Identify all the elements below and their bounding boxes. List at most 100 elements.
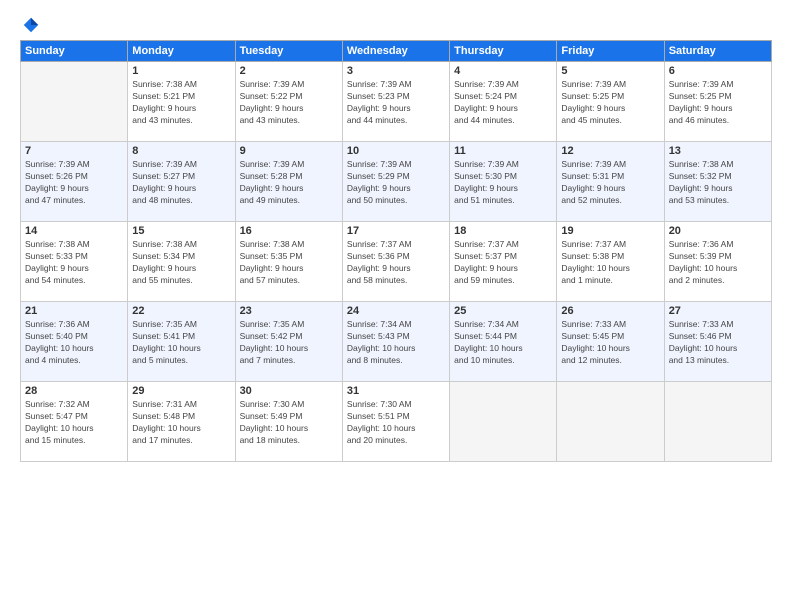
header-wednesday: Wednesday: [342, 41, 449, 62]
header: [20, 16, 772, 30]
day-number: 21: [25, 305, 123, 317]
logo-icon: [22, 16, 40, 34]
calendar-week-row: 28Sunrise: 7:32 AMSunset: 5:47 PMDayligh…: [21, 382, 772, 462]
calendar-week-row: 21 Sunrise: 7:36 AMSunset: 5:40 PMDayligh…: [21, 302, 772, 382]
day-number: 27: [669, 305, 767, 317]
calendar-cell: 27 Sunrise: 7:33 AMSunset: 5:46 PMDayligh…: [664, 302, 771, 382]
calendar-cell: 8 Sunrise: 7:39 AMSunset: 5:27 PMDaylight…: [128, 142, 235, 222]
logo-text: [20, 16, 40, 34]
day-info: Sunrise: 7:39 AMSunset: 5:29 PMDaylight:…: [347, 159, 445, 207]
calendar-cell: 29 Sunrise: 7:31 AMSunset: 5:48 PMDayligh…: [128, 382, 235, 462]
calendar-table: SundayMondayTuesdayWednesdayThursdayFrid…: [20, 40, 772, 462]
day-info: Sunrise: 7:39 AMSunset: 5:25 PMDaylight:…: [561, 79, 659, 127]
day-info: Sunrise: 7:35 AMSunset: 5:41 PMDaylight:…: [132, 319, 230, 367]
day-number: 11: [454, 145, 552, 157]
day-number: 16: [240, 225, 338, 237]
calendar-cell: 20Sunrise: 7:36 AMSunset: 5:39 PMDayligh…: [664, 222, 771, 302]
calendar-cell: [664, 382, 771, 462]
day-info: Sunrise: 7:39 AMSunset: 5:27 PMDaylight:…: [132, 159, 230, 207]
calendar-cell: 22 Sunrise: 7:35 AMSunset: 5:41 PMDayligh…: [128, 302, 235, 382]
day-info: Sunrise: 7:38 AMSunset: 5:21 PMDaylight:…: [132, 79, 230, 127]
day-number: 18: [454, 225, 552, 237]
day-number: 26: [561, 305, 659, 317]
calendar-cell: [557, 382, 664, 462]
day-info: Sunrise: 7:39 AMSunset: 5:22 PMDaylight:…: [240, 79, 338, 127]
day-number: 24: [347, 305, 445, 317]
day-number: 17: [347, 225, 445, 237]
calendar-cell: 16 Sunrise: 7:38 AMSunset: 5:35 PMDayligh…: [235, 222, 342, 302]
day-number: 10: [347, 145, 445, 157]
day-number: 9: [240, 145, 338, 157]
calendar-cell: 13Sunrise: 7:38 AMSunset: 5:32 PMDayligh…: [664, 142, 771, 222]
day-number: 22: [132, 305, 230, 317]
day-number: 8: [132, 145, 230, 157]
calendar-cell: 24 Sunrise: 7:34 AMSunset: 5:43 PMDayligh…: [342, 302, 449, 382]
day-info: Sunrise: 7:34 AMSunset: 5:44 PMDaylight:…: [454, 319, 552, 367]
calendar-cell: 10 Sunrise: 7:39 AMSunset: 5:29 PMDayligh…: [342, 142, 449, 222]
day-number: 29: [132, 385, 230, 397]
calendar-week-row: 1 Sunrise: 7:38 AMSunset: 5:21 PMDaylight…: [21, 62, 772, 142]
day-number: 1: [132, 65, 230, 77]
header-thursday: Thursday: [450, 41, 557, 62]
day-info: Sunrise: 7:36 AMSunset: 5:40 PMDaylight:…: [25, 319, 123, 367]
day-number: 6: [669, 65, 767, 77]
day-info: Sunrise: 7:38 AMSunset: 5:34 PMDaylight:…: [132, 239, 230, 287]
day-info: Sunrise: 7:37 AMSunset: 5:37 PMDaylight:…: [454, 239, 552, 287]
day-info: Sunrise: 7:39 AMSunset: 5:28 PMDaylight:…: [240, 159, 338, 207]
calendar-header-row: SundayMondayTuesdayWednesdayThursdayFrid…: [21, 41, 772, 62]
header-sunday: Sunday: [21, 41, 128, 62]
header-tuesday: Tuesday: [235, 41, 342, 62]
header-friday: Friday: [557, 41, 664, 62]
calendar-cell: 28Sunrise: 7:32 AMSunset: 5:47 PMDayligh…: [21, 382, 128, 462]
day-info: Sunrise: 7:39 AMSunset: 5:24 PMDaylight:…: [454, 79, 552, 127]
calendar-cell: 14 Sunrise: 7:38 AMSunset: 5:33 PMDayligh…: [21, 222, 128, 302]
day-info: Sunrise: 7:30 AMSunset: 5:51 PMDaylight:…: [347, 399, 445, 447]
calendar-cell: [21, 62, 128, 142]
calendar-cell: 4 Sunrise: 7:39 AMSunset: 5:24 PMDaylight…: [450, 62, 557, 142]
day-info: Sunrise: 7:39 AMSunset: 5:25 PMDaylight:…: [669, 79, 767, 127]
calendar-cell: 31 Sunrise: 7:30 AMSunset: 5:51 PMDayligh…: [342, 382, 449, 462]
calendar-cell: 17 Sunrise: 7:37 AMSunset: 5:36 PMDayligh…: [342, 222, 449, 302]
day-info: Sunrise: 7:38 AMSunset: 5:35 PMDaylight:…: [240, 239, 338, 287]
day-number: 28: [25, 385, 123, 397]
calendar-cell: 7 Sunrise: 7:39 AMSunset: 5:26 PMDaylight…: [21, 142, 128, 222]
day-info: Sunrise: 7:39 AMSunset: 5:26 PMDaylight:…: [25, 159, 123, 207]
calendar-cell: [450, 382, 557, 462]
calendar-cell: 15Sunrise: 7:38 AMSunset: 5:34 PMDayligh…: [128, 222, 235, 302]
day-info: Sunrise: 7:33 AMSunset: 5:45 PMDaylight:…: [561, 319, 659, 367]
calendar-week-row: 7 Sunrise: 7:39 AMSunset: 5:26 PMDaylight…: [21, 142, 772, 222]
day-number: 7: [25, 145, 123, 157]
calendar-cell: 21 Sunrise: 7:36 AMSunset: 5:40 PMDayligh…: [21, 302, 128, 382]
day-number: 19: [561, 225, 659, 237]
day-number: 12: [561, 145, 659, 157]
calendar-cell: 25 Sunrise: 7:34 AMSunset: 5:44 PMDayligh…: [450, 302, 557, 382]
calendar-cell: 5 Sunrise: 7:39 AMSunset: 5:25 PMDaylight…: [557, 62, 664, 142]
day-number: 25: [454, 305, 552, 317]
day-info: Sunrise: 7:31 AMSunset: 5:48 PMDaylight:…: [132, 399, 230, 447]
calendar-cell: 26 Sunrise: 7:33 AMSunset: 5:45 PMDayligh…: [557, 302, 664, 382]
day-number: 31: [347, 385, 445, 397]
day-info: Sunrise: 7:34 AMSunset: 5:43 PMDaylight:…: [347, 319, 445, 367]
day-info: Sunrise: 7:37 AMSunset: 5:36 PMDaylight:…: [347, 239, 445, 287]
day-info: Sunrise: 7:36 AMSunset: 5:39 PMDaylight:…: [669, 239, 767, 287]
day-number: 23: [240, 305, 338, 317]
calendar-cell: 1 Sunrise: 7:38 AMSunset: 5:21 PMDaylight…: [128, 62, 235, 142]
calendar-cell: 2 Sunrise: 7:39 AMSunset: 5:22 PMDaylight…: [235, 62, 342, 142]
day-info: Sunrise: 7:33 AMSunset: 5:46 PMDaylight:…: [669, 319, 767, 367]
day-info: Sunrise: 7:39 AMSunset: 5:31 PMDaylight:…: [561, 159, 659, 207]
day-info: Sunrise: 7:38 AMSunset: 5:32 PMDaylight:…: [669, 159, 767, 207]
day-number: 2: [240, 65, 338, 77]
calendar-cell: 6 Sunrise: 7:39 AMSunset: 5:25 PMDaylight…: [664, 62, 771, 142]
day-number: 5: [561, 65, 659, 77]
day-info: Sunrise: 7:30 AMSunset: 5:49 PMDaylight:…: [240, 399, 338, 447]
header-monday: Monday: [128, 41, 235, 62]
calendar-week-row: 14 Sunrise: 7:38 AMSunset: 5:33 PMDayligh…: [21, 222, 772, 302]
day-number: 14: [25, 225, 123, 237]
day-number: 4: [454, 65, 552, 77]
calendar-cell: 9 Sunrise: 7:39 AMSunset: 5:28 PMDaylight…: [235, 142, 342, 222]
day-info: Sunrise: 7:37 AMSunset: 5:38 PMDaylight:…: [561, 239, 659, 287]
calendar-cell: 18 Sunrise: 7:37 AMSunset: 5:37 PMDayligh…: [450, 222, 557, 302]
day-info: Sunrise: 7:38 AMSunset: 5:33 PMDaylight:…: [25, 239, 123, 287]
day-info: Sunrise: 7:35 AMSunset: 5:42 PMDaylight:…: [240, 319, 338, 367]
calendar-cell: 3Sunrise: 7:39 AMSunset: 5:23 PMDaylight…: [342, 62, 449, 142]
